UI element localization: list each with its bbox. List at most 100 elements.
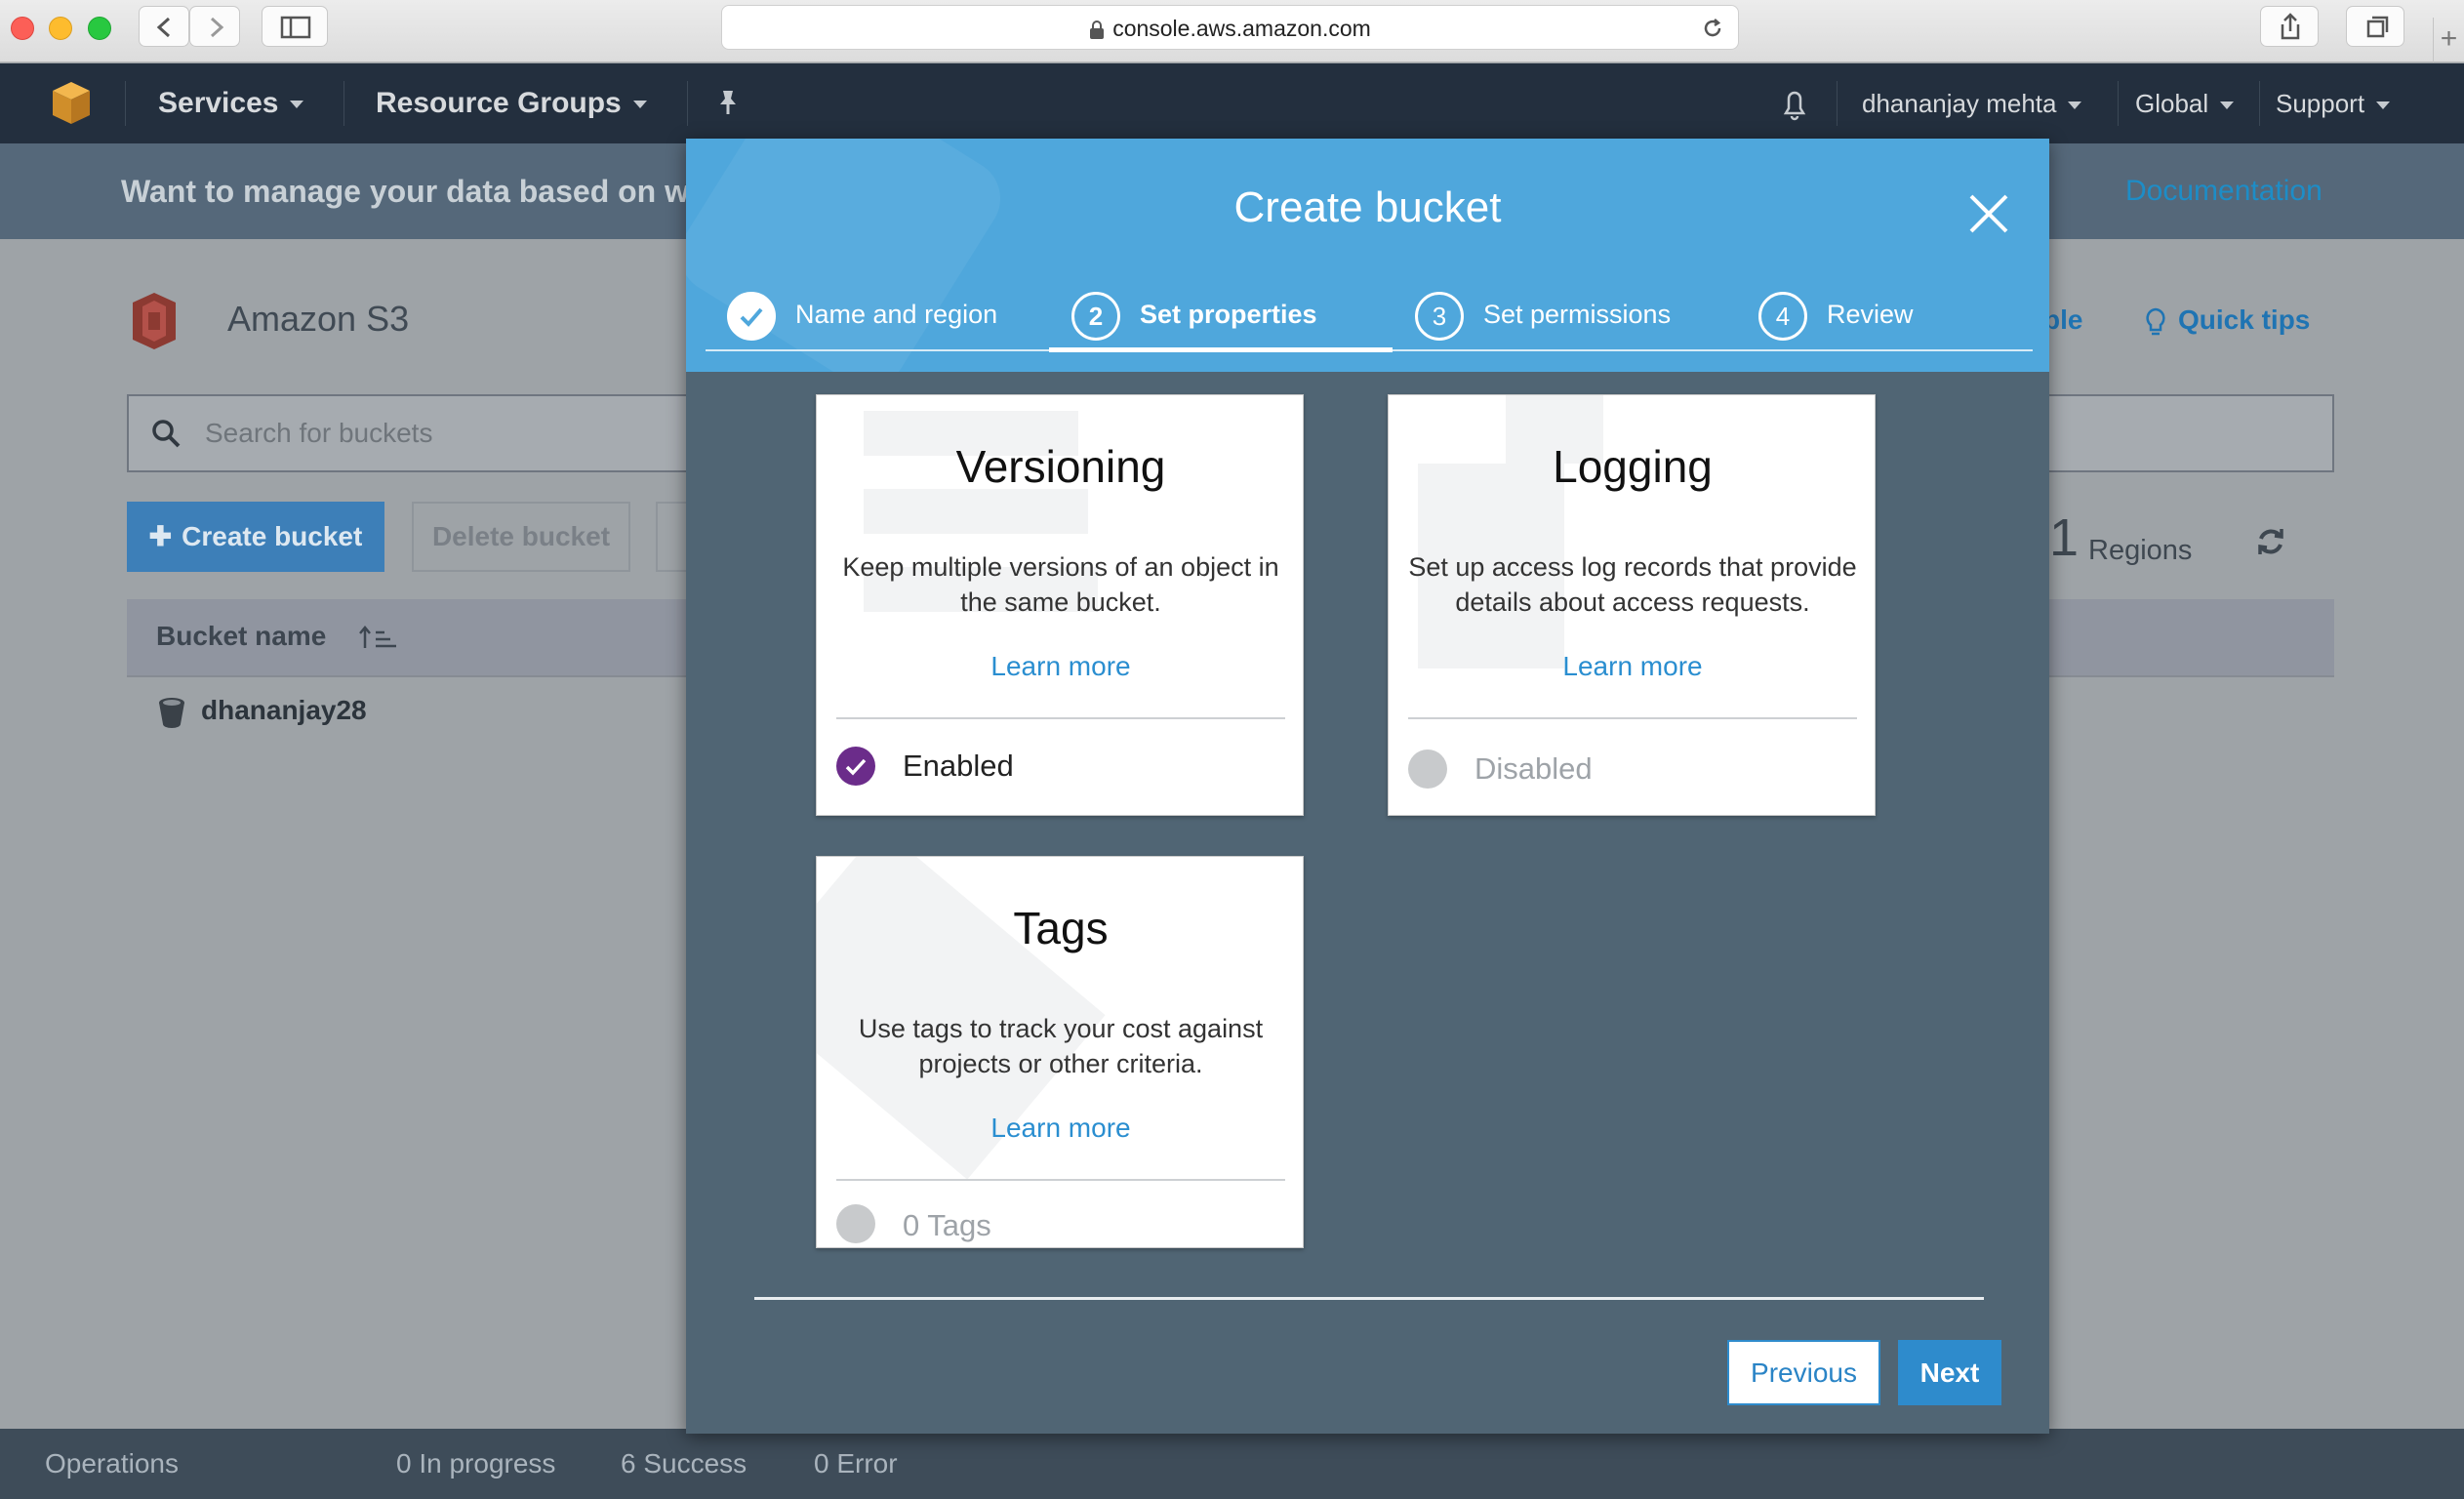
next-button[interactable]: Next [1898, 1340, 2001, 1405]
minimize-window-button[interactable] [49, 17, 72, 40]
learn-more-link[interactable]: Learn more [1389, 651, 1875, 682]
close-window-button[interactable] [11, 17, 34, 40]
step-label: Set permissions [1483, 300, 1672, 329]
regions-count: 1 [2049, 508, 2080, 567]
dialog-divider [754, 1297, 1984, 1300]
card-status: 0 Tags [903, 1208, 991, 1242]
close-icon[interactable] [1967, 192, 2010, 235]
tags-card[interactable]: Tags Use tags to track your cost against… [816, 856, 1304, 1248]
zoom-window-button[interactable] [88, 17, 111, 40]
enabled-check-icon[interactable] [836, 747, 875, 786]
delete-bucket-button[interactable]: Delete bucket [412, 502, 630, 572]
step-label: Set properties [1140, 300, 1317, 329]
step-set-properties[interactable]: 2 Set properties [1071, 287, 1317, 345]
operations-label[interactable]: Operations [45, 1429, 179, 1499]
logging-card[interactable]: Logging Set up access log records that p… [1388, 394, 1876, 816]
refresh-icon[interactable] [2254, 525, 2287, 558]
step-set-permissions[interactable]: 3 Set permissions [1415, 287, 1671, 345]
services-menu[interactable]: Services [158, 63, 304, 143]
search-icon [152, 420, 181, 448]
quick-tips-label: Quick tips [2178, 304, 2311, 335]
check-circle-icon [727, 291, 776, 341]
step-label: Review [1827, 300, 1914, 329]
sidebar-toggle-button[interactable] [262, 6, 328, 47]
support-menu[interactable]: Support [2276, 63, 2391, 143]
card-title: Logging [1553, 441, 1713, 492]
pin-icon [720, 91, 736, 114]
account-menu[interactable]: dhananjay mehta [1862, 63, 2082, 143]
card-watermark [864, 489, 1088, 534]
regions-label: Regions [2088, 535, 2193, 566]
aws-logo[interactable] [47, 63, 96, 143]
dialog-header: Create bucket Name and region 2 Set prope… [686, 139, 2049, 372]
plus-icon: ✚ [148, 521, 173, 551]
chevron-down-icon [2376, 101, 2391, 110]
bucket-name[interactable]: dhananjay28 [201, 695, 367, 725]
table-row[interactable]: dhananjay28 [156, 695, 367, 729]
browser-toolbar: console.aws.amazon.com + [0, 0, 2464, 62]
card-description: Keep multiple versions of an object in t… [842, 552, 1279, 617]
dialog-title: Create bucket [1233, 183, 1502, 231]
create-bucket-button[interactable]: ✚ Create bucket [127, 502, 384, 572]
support-label: Support [2276, 89, 2365, 118]
active-step-indicator [1049, 347, 1393, 352]
share-icon [2281, 13, 2300, 40]
resource-groups-menu[interactable]: Resource Groups [376, 63, 647, 143]
resource-groups-label: Resource Groups [376, 87, 622, 119]
region-menu[interactable]: Global [2135, 63, 2235, 143]
aws-cube-icon [53, 82, 90, 124]
search-placeholder: Search for buckets [205, 418, 433, 448]
share-button[interactable] [2260, 6, 2319, 47]
create-bucket-label: Create bucket [182, 521, 363, 551]
address-bar[interactable]: console.aws.amazon.com [721, 5, 1739, 50]
new-tab-button[interactable]: + [2433, 18, 2464, 62]
notifications-button[interactable] [1778, 63, 1811, 143]
sort-ascending-icon[interactable] [359, 623, 400, 652]
chevron-down-icon [632, 101, 647, 109]
step-name-and-region[interactable]: Name and region [727, 287, 997, 345]
learn-more-link[interactable]: Learn more [817, 1113, 1303, 1144]
lightbulb-icon [2146, 307, 2165, 335]
chevron-down-icon [2220, 101, 2235, 110]
bucket-name-column[interactable]: Bucket name [156, 599, 326, 673]
tabs-icon [2366, 16, 2389, 38]
disabled-radio-icon[interactable] [1408, 750, 1447, 789]
card-divider [836, 717, 1285, 719]
operations-footer: Operations 0 In progress 6 Success 0 Err… [0, 1429, 2464, 1499]
aws-top-nav: Services Resource Groups dhananjay mehta… [0, 63, 2464, 143]
card-status: Disabled [1474, 751, 1593, 786]
forward-button[interactable] [189, 6, 240, 47]
card-status: Enabled [903, 749, 1014, 783]
card-divider [836, 1179, 1285, 1181]
error-count[interactable]: 0 Error [814, 1429, 898, 1499]
back-button[interactable] [139, 6, 189, 47]
disabled-radio-icon[interactable] [836, 1204, 875, 1243]
chevron-left-icon [156, 17, 171, 38]
create-bucket-dialog: Create bucket Name and region 2 Set prope… [686, 139, 2049, 1434]
region-label: Global [2135, 89, 2209, 118]
chevron-down-icon [290, 101, 304, 109]
previous-button[interactable]: Previous [1727, 1340, 1880, 1405]
card-description: Set up access log records that provide d… [1408, 552, 1857, 617]
lock-icon [1090, 20, 1105, 39]
step-number: 4 [1758, 291, 1807, 341]
services-label: Services [158, 87, 279, 119]
account-label: dhananjay mehta [1862, 89, 2057, 118]
step-number: 2 [1071, 291, 1120, 341]
in-progress-count[interactable]: 0 In progress [396, 1429, 555, 1499]
card-description: Use tags to track your cost against proj… [858, 1014, 1264, 1078]
quick-tips-link[interactable]: Quick tips [2143, 304, 2310, 338]
chevron-right-icon [210, 17, 224, 38]
documentation-link[interactable]: Documentation [2125, 143, 2323, 239]
card-title: Versioning [955, 441, 1166, 492]
pin-button[interactable] [712, 63, 742, 143]
partial-link[interactable]: ble [2043, 304, 2082, 336]
step-review[interactable]: 4 Review [1758, 287, 1914, 345]
tabs-overview-button[interactable] [2346, 6, 2404, 47]
bell-icon [1783, 91, 1806, 121]
versioning-card[interactable]: Versioning Keep multiple versions of an … [816, 394, 1304, 816]
learn-more-link[interactable]: Learn more [817, 651, 1303, 682]
success-count[interactable]: 6 Success [621, 1429, 747, 1499]
step-label: Name and region [795, 300, 998, 329]
reload-icon[interactable] [1701, 17, 1724, 40]
